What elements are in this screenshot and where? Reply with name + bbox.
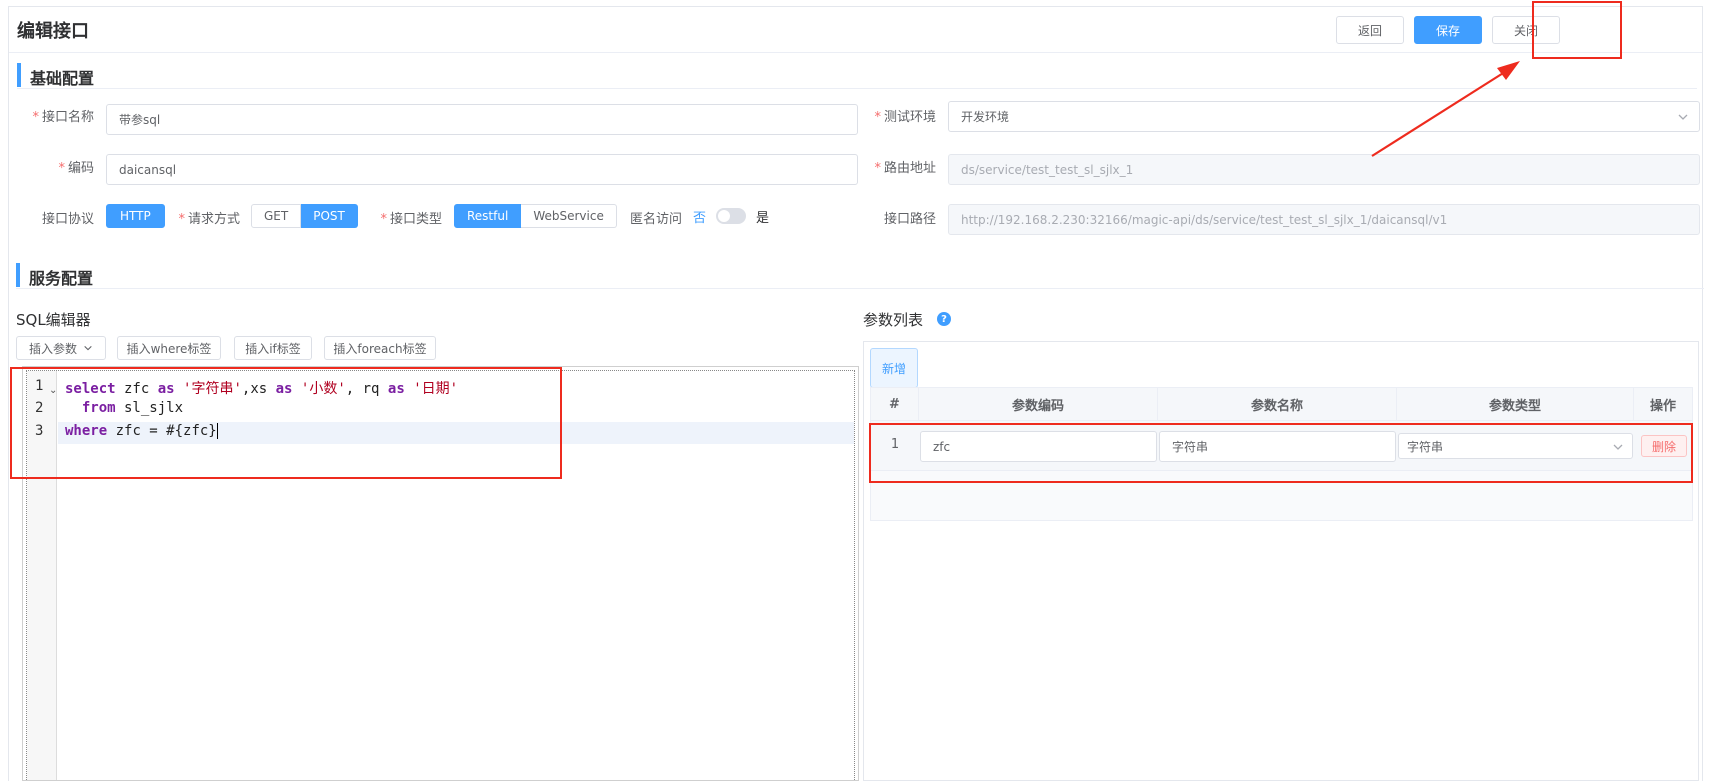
sql-string: '日期'	[404, 381, 459, 397]
env-select[interactable]: 开发环境	[948, 101, 1700, 132]
code-label: * 编码	[58, 161, 94, 176]
param-name-input[interactable]: 字符串	[1159, 431, 1396, 462]
sql-text: ,xs	[241, 381, 276, 397]
protocol-http[interactable]: HTTP	[106, 204, 165, 228]
sql-text: , rq	[345, 381, 388, 397]
chevron-down-icon	[1678, 114, 1688, 120]
sql-text: zfc	[115, 381, 158, 397]
col-code: 参数编码	[919, 388, 1158, 420]
section-title-basic: 基础配置	[30, 69, 95, 88]
delete-row-button[interactable]: 删除	[1641, 435, 1687, 457]
col-actions: 操作	[1649, 398, 1676, 414]
col-index: #	[871, 388, 919, 420]
param-type-value: 字符串	[1407, 439, 1444, 454]
param-type-select[interactable]: 字符串	[1398, 433, 1633, 459]
method-post[interactable]: POST	[301, 204, 358, 228]
path-input: http://192.168.2.230:32166/magic-api/ds/…	[948, 204, 1700, 235]
sql-editor-inner: 1 ⌄ 2 3 select zfc as '字符串',xs as '小数', …	[26, 370, 855, 780]
path-label: 接口路径	[883, 212, 936, 227]
sql-keyword: from	[81, 400, 116, 416]
type-webservice[interactable]: WebService	[521, 204, 617, 228]
line-number: 3	[35, 423, 44, 439]
route-input: ds/service/test_test_sl_sjlx_1	[948, 154, 1700, 185]
sql-indent	[65, 400, 82, 416]
anon-off-text: 否	[693, 211, 707, 226]
back-button[interactable]: 返回	[1336, 16, 1404, 44]
anon-label: 匿名访问	[629, 212, 682, 227]
method-group: GET POST	[251, 204, 358, 228]
service-config-header: 服务配置	[16, 263, 1704, 289]
code-line-1: select zfc as '字符串',xs as '小数', rq as '日…	[65, 378, 458, 398]
insert-where-button[interactable]: 插入where标签	[117, 336, 221, 360]
code-input[interactable]: daicansql	[106, 154, 858, 185]
sql-string: '字符串'	[174, 381, 242, 397]
api-name-input[interactable]: 带参sql	[106, 104, 858, 135]
sql-keyword: as	[387, 381, 405, 397]
params-title: 参数列表	[863, 311, 924, 329]
sql-keyword: select	[65, 381, 116, 397]
toggle-knob	[718, 210, 730, 222]
params-panel: 新增 # 参数编码 参数名称 参数类型 操作 1 zfc 字符串 字符串 删除	[863, 341, 1699, 781]
col-name: 参数名称	[1158, 388, 1397, 420]
sql-editor[interactable]: 1 ⌄ 2 3 select zfc as '字符串',xs as '小数', …	[22, 366, 859, 781]
chevron-down-icon	[84, 345, 92, 351]
code-line-3: where zfc = #{zfc}	[65, 423, 218, 439]
protocol-group: HTTP	[106, 204, 165, 228]
insert-if-button[interactable]: 插入if标签	[234, 336, 312, 360]
page-title: 编辑接口	[17, 21, 89, 42]
sql-keyword: as	[275, 381, 293, 397]
insert-param-label: 插入参数	[28, 341, 77, 356]
section-accent-bar	[17, 63, 21, 87]
route-label: * 路由地址	[874, 161, 936, 176]
basic-config-header: 基础配置	[17, 63, 1697, 89]
type-group: Restful WebService	[454, 204, 617, 228]
insert-foreach-button[interactable]: 插入foreach标签	[324, 336, 436, 360]
type-label: * 接口类型	[380, 212, 442, 227]
help-icon[interactable]: ?	[937, 312, 951, 326]
line-number: 2	[35, 400, 44, 416]
sql-text: sl_sjlx	[115, 400, 184, 416]
text-cursor	[216, 423, 218, 439]
insert-param-button[interactable]: 插入参数	[16, 336, 106, 360]
sql-string: '小数'	[292, 381, 346, 397]
anon-on-text: 是	[756, 211, 770, 226]
params-table-header: # 参数编码 参数名称 参数类型 操作	[870, 387, 1693, 421]
table-empty-area	[870, 471, 1693, 521]
row-index: 1	[890, 437, 900, 452]
sql-text: zfc = #{zfc}	[107, 423, 217, 439]
sql-keyword: where	[65, 423, 108, 439]
sql-keyword: as	[157, 381, 175, 397]
table-row: 1 zfc 字符串 字符串 删除	[870, 421, 1693, 471]
method-get[interactable]: GET	[251, 204, 302, 228]
param-code-input[interactable]: zfc	[920, 431, 1157, 462]
add-param-button[interactable]: 新增	[870, 348, 918, 388]
env-select-value: 开发环境	[961, 110, 1010, 124]
env-label: * 测试环境	[874, 110, 936, 125]
save-button[interactable]: 保存	[1414, 16, 1482, 44]
type-restful[interactable]: Restful	[454, 204, 522, 228]
line-number: 1	[35, 378, 44, 394]
anon-toggle[interactable]	[716, 208, 746, 224]
col-type: 参数类型	[1397, 388, 1634, 420]
fold-marker-icon[interactable]: ⌄	[49, 385, 57, 396]
page-header: 编辑接口 返回 保存 关闭	[9, 7, 1702, 53]
close-button[interactable]: 关闭	[1492, 16, 1560, 44]
section-accent-bar	[16, 263, 20, 287]
method-label: * 请求方式	[178, 212, 240, 227]
code-line-2: from sl_sjlx	[65, 400, 183, 416]
protocol-label: 接口协议	[41, 212, 94, 227]
api-name-label: * 接口名称	[32, 110, 94, 125]
sql-editor-title: SQL编辑器	[16, 311, 91, 329]
chevron-down-icon	[1613, 444, 1623, 450]
section-title-service: 服务配置	[29, 269, 94, 288]
